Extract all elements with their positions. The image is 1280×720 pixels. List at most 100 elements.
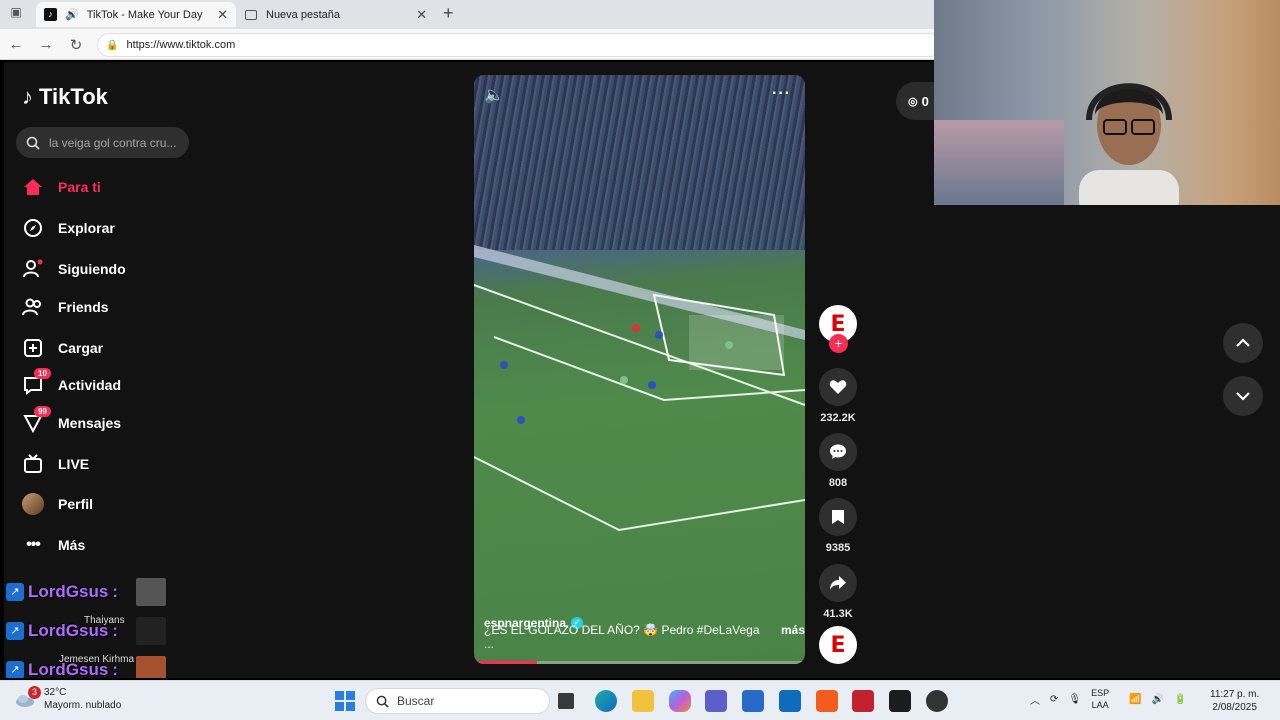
task-view-icon[interactable] — [558, 693, 574, 709]
nav-item-mas[interactable]: ••• Más — [22, 534, 85, 556]
messages-icon: 99 — [22, 406, 51, 434]
nav-label: Más — [58, 537, 86, 553]
sound-disc-button[interactable]: E — [819, 626, 857, 664]
nav-item-siguiendo[interactable]: Siguiendo — [22, 258, 126, 280]
new-tab-favicon-icon — [245, 9, 257, 20]
author-avatar-button[interactable]: E + — [819, 305, 857, 353]
save-button[interactable]: 9385 — [819, 498, 857, 554]
chevron-down-icon — [1236, 392, 1250, 401]
video-volume-icon[interactable]: 🔈 — [484, 85, 504, 105]
comment-button[interactable]: 808 — [819, 433, 857, 489]
battery-icon[interactable]: 🔋 — [1174, 694, 1186, 705]
file-explorer-icon[interactable] — [632, 690, 654, 712]
brave-icon[interactable] — [816, 690, 838, 712]
webcam-overlay — [934, 0, 1280, 205]
nav-item-friends[interactable]: Friends — [22, 296, 109, 318]
copilot-icon[interactable] — [669, 690, 691, 712]
url-field[interactable]: 🔒 https://www.tiktok.com — [97, 33, 942, 57]
nav-item-explorar[interactable]: Explorar — [22, 217, 115, 239]
mcafee-icon[interactable] — [852, 690, 874, 712]
share-count: 41.3K — [823, 608, 853, 620]
nav-item-actividad[interactable]: 10 Actividad — [22, 368, 122, 396]
nav-item-mensajes[interactable]: 99 Mensajes — [22, 406, 122, 434]
nav-item-para-ti[interactable]: Para ti — [22, 176, 101, 198]
taskbar-search-label: Buscar — [397, 694, 435, 708]
chat-badge-icon: ↗ — [6, 622, 24, 640]
search-icon — [26, 136, 40, 150]
tab-title: TikTok - Make Your Day — [86, 8, 203, 21]
taskbar-search[interactable]: Buscar — [365, 688, 550, 714]
nav-label: Actividad — [58, 377, 122, 393]
nav-label: Siguiendo — [58, 261, 126, 277]
video-progress-fill — [474, 661, 537, 664]
chevron-up-icon[interactable]: ︿ — [1030, 692, 1040, 707]
home-icon — [22, 176, 44, 198]
follow-plus-icon[interactable]: + — [829, 334, 848, 353]
friends-icon — [22, 296, 44, 318]
caption-more-link[interactable]: más — [781, 623, 805, 651]
previous-video-button[interactable] — [1223, 323, 1263, 363]
browser-tab-bar: ▣ ♪ 🔊 TikTok - Make Your Day ✕ Nueva pes… — [0, 0, 934, 29]
chevron-up-icon — [1236, 338, 1250, 347]
coin-count: 0 — [921, 93, 929, 109]
tab-actions-icon[interactable]: ▣ — [6, 5, 26, 19]
close-tab-icon[interactable]: ✕ — [416, 7, 427, 23]
store-icon[interactable] — [742, 690, 764, 712]
chat-username: LordGsus — [28, 660, 109, 678]
speaker-icon[interactable]: 🔊 — [65, 8, 79, 21]
outlook-icon[interactable] — [779, 690, 801, 712]
close-tab-icon[interactable]: ✕ — [217, 7, 228, 23]
logo-text: TikTok — [39, 84, 108, 109]
windows-taskbar: 3 32°C Mayorm. nublado Buscar ︿ ⟳ 🎙 ESP … — [0, 680, 1280, 720]
next-video-button[interactable] — [1223, 376, 1263, 416]
upload-icon — [22, 337, 44, 359]
forward-icon[interactable]: → — [36, 36, 56, 53]
search-box[interactable] — [16, 127, 189, 158]
tab-tiktok[interactable]: ♪ 🔊 TikTok - Make Your Day ✕ — [36, 2, 236, 27]
activity-icon: 10 — [22, 368, 51, 396]
webcam-bed-area — [934, 120, 1064, 205]
tiktok-logo[interactable]: ♪ TikTok — [22, 84, 108, 110]
tab-new-tab[interactable]: Nueva pestaña ✕ — [237, 2, 435, 27]
comment-count: 808 — [828, 477, 848, 489]
nav-label: Mensajes — [58, 415, 122, 431]
volume-icon[interactable]: 🔊 — [1152, 694, 1164, 705]
nav-item-live[interactable]: LIVE — [22, 453, 89, 475]
video-player[interactable]: 🔈 ··· espnargentina ✓ ¿ES EL GOLAZO DEL … — [474, 75, 805, 664]
system-clock[interactable]: 11:27 p. m. 2/08/2025 — [1210, 688, 1259, 714]
video-more-options-icon[interactable]: ··· — [772, 85, 791, 103]
video-field-lines — [474, 245, 805, 532]
back-icon[interactable]: ← — [6, 36, 26, 53]
nav-item-perfil[interactable]: Perfil — [22, 493, 93, 515]
language-code: ESP — [1091, 688, 1110, 698]
new-tab-plus-icon[interactable]: + — [443, 3, 454, 24]
language-indicator[interactable]: ESP LAA — [1091, 687, 1109, 711]
app-icon[interactable] — [926, 690, 948, 712]
microphone-icon[interactable]: 🎙 — [1068, 694, 1081, 705]
edge-icon[interactable] — [595, 690, 617, 712]
caption-text: ¿ES EL GOLAZO DEL AÑO? 🤯 Pedro #DeLaVega… — [484, 623, 760, 651]
chat-thumbnail — [135, 656, 166, 678]
chat-message: ↗ LordGsus : — [6, 578, 166, 606]
nav-label: Perfil — [58, 496, 94, 512]
search-input[interactable] — [49, 135, 177, 150]
activity-badge: 10 — [34, 368, 51, 379]
tiktok-favicon-icon: ♪ — [44, 8, 57, 21]
windows-start-icon[interactable] — [334, 690, 356, 712]
terminal-icon[interactable] — [889, 690, 911, 712]
weather-widget[interactable]: 3 32°C Mayorm. nublado — [14, 686, 121, 712]
following-icon — [22, 258, 44, 280]
heart-icon — [829, 380, 847, 394]
video-progress-bar[interactable] — [474, 661, 805, 664]
chat-username: LordGsus — [28, 621, 109, 640]
nav-item-cargar[interactable]: Cargar — [22, 337, 103, 359]
teams-icon[interactable] — [705, 690, 727, 712]
refresh-icon[interactable]: ↻ — [66, 36, 86, 54]
wifi-icon[interactable]: 📶 — [1129, 694, 1141, 705]
share-button[interactable]: 41.3K — [819, 564, 857, 620]
chat-badge-icon: ↗ — [6, 583, 24, 601]
chat-username: LordGsus — [28, 582, 109, 601]
like-button[interactable]: 232.2K — [819, 368, 857, 424]
sync-icon[interactable]: ⟳ — [1050, 694, 1058, 705]
nav-label: Para ti — [58, 179, 101, 195]
